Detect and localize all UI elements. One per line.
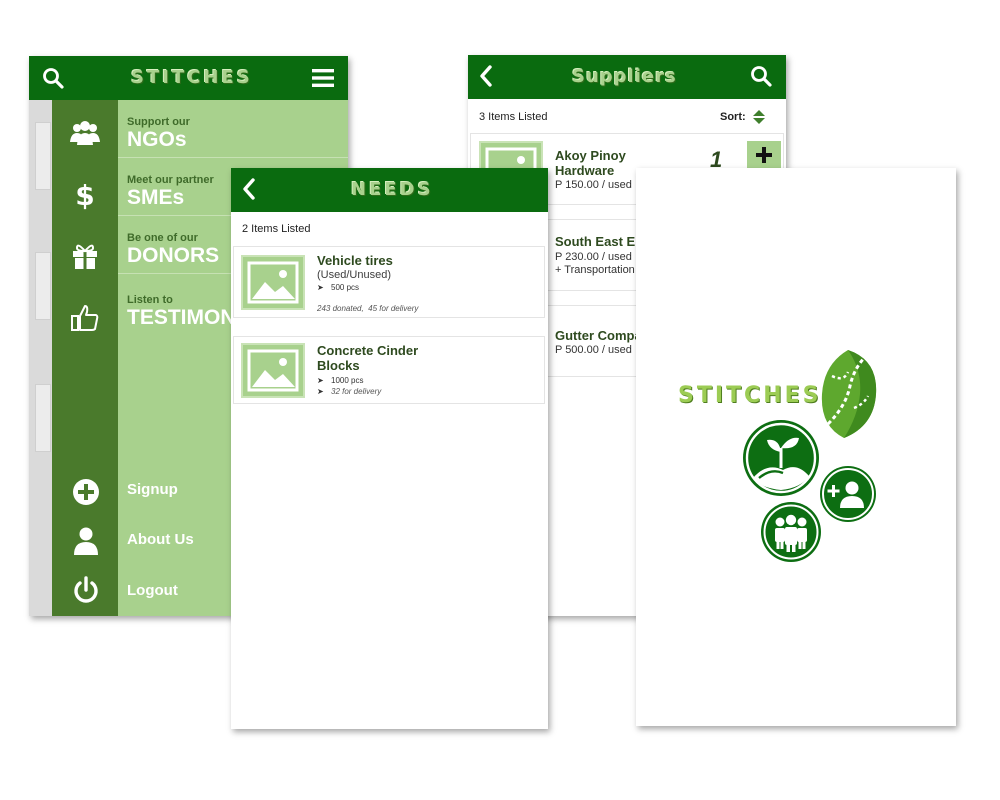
add-button[interactable] xyxy=(747,141,781,169)
bullet-arrow-icon: ➤ xyxy=(317,283,324,292)
search-icon[interactable] xyxy=(750,65,772,87)
image-placeholder-icon xyxy=(241,343,305,398)
brand-name: STITCHES xyxy=(678,383,822,408)
supplier-price: P 500.00 / used xyxy=(555,344,632,356)
background-card xyxy=(35,252,51,320)
menu-item-label: NGOs xyxy=(127,128,187,151)
suppliers-title: Suppliers xyxy=(572,66,677,87)
logout-link[interactable]: Logout xyxy=(127,582,178,599)
need-card[interactable]: Concrete Cinder Blocks ➤ 1000 pcs ➤ 32 f… xyxy=(233,336,545,404)
bullet-arrow-icon: ➤ xyxy=(317,387,324,396)
group-icon xyxy=(70,121,100,145)
search-icon[interactable] xyxy=(42,67,64,89)
menu-item-label: SMEs xyxy=(127,186,185,209)
app-title: STITCHES xyxy=(131,67,253,88)
user-icon xyxy=(74,527,98,555)
need-status: 243 donated, 45 for delivery xyxy=(317,304,419,313)
signup-link[interactable]: Signup xyxy=(127,481,178,498)
menu-app-bar: STITCHES xyxy=(29,56,348,100)
suppliers-app-bar: Suppliers xyxy=(468,55,786,99)
items-count: 3 Items Listed xyxy=(479,111,548,123)
about-us-link[interactable]: About Us xyxy=(127,531,194,548)
items-count: 2 Items Listed xyxy=(242,223,311,235)
needs-title: NEEDS xyxy=(351,179,434,200)
supplier-extra: + Transportation xyxy=(555,264,635,276)
menu-item-label: DONORS xyxy=(127,244,220,267)
needs-screen: NEEDS 2 Items Listed Vehicle tires (Used… xyxy=(231,168,548,729)
gift-icon xyxy=(73,244,97,269)
sort-label[interactable]: Sort: xyxy=(720,111,746,123)
sprout-circle-icon xyxy=(743,420,819,496)
need-quantity: 500 pcs xyxy=(331,283,360,292)
leaf-logo-icon xyxy=(821,350,877,438)
bullet-arrow-icon: ➤ xyxy=(317,376,324,385)
need-card[interactable]: Vehicle tires (Used/Unused) ➤ 500 pcs 24… xyxy=(233,246,545,318)
sort-arrows-icon[interactable] xyxy=(752,109,766,125)
thumbs-up-icon xyxy=(71,305,99,331)
menu-item-caption: Listen to xyxy=(127,294,173,306)
background-card xyxy=(35,384,51,452)
plus-icon xyxy=(756,147,772,163)
supplier-price: P 230.00 / used xyxy=(555,251,632,263)
menu-item-caption: Be one of our xyxy=(127,232,198,244)
plus-circle-icon xyxy=(73,479,99,505)
background-card xyxy=(35,122,51,190)
splash-screen: STITCHES xyxy=(636,168,956,726)
need-quantity: 1000 pcs xyxy=(331,376,364,385)
supplier-price: P 150.00 / used xyxy=(555,179,632,191)
menu-item-caption: Meet our partner xyxy=(127,174,214,186)
need-status: 32 for delivery xyxy=(331,387,382,396)
menu-item-ngos[interactable]: Support our NGOs xyxy=(118,100,348,158)
svg-text:$: $ xyxy=(75,179,94,210)
need-subtitle: (Used/Unused) xyxy=(317,269,391,281)
needs-app-bar: NEEDS xyxy=(231,168,548,212)
back-chevron-icon[interactable] xyxy=(478,65,494,87)
hamburger-menu-icon[interactable] xyxy=(312,68,334,88)
menu-item-caption: Support our xyxy=(127,116,190,128)
power-icon xyxy=(74,576,98,603)
add-user-circle-icon xyxy=(820,466,876,522)
dollar-icon: $ xyxy=(75,179,94,210)
need-title: Vehicle tires xyxy=(317,253,393,268)
community-circle-icon xyxy=(761,502,821,562)
image-placeholder-icon xyxy=(241,255,305,310)
back-chevron-icon[interactable] xyxy=(241,178,257,200)
need-title: Concrete Cinder Blocks xyxy=(317,343,419,373)
